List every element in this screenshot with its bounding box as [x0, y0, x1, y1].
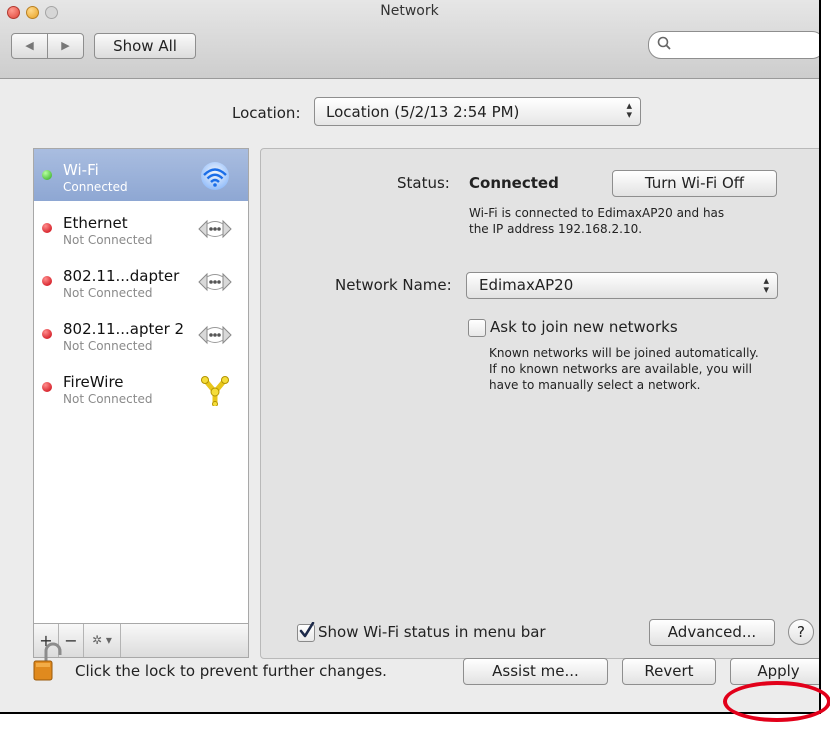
ethernet-icon [197, 321, 233, 349]
service-status: Not Connected [63, 339, 153, 353]
service-list: Wi-Fi Connected Ethernet Not Connected 802.1… [33, 148, 249, 626]
service-name: 802.11...apter 2 [63, 320, 185, 338]
firewire-icon [197, 374, 233, 407]
search-field[interactable] [648, 31, 819, 59]
status-value: Connected [469, 174, 559, 192]
network-preferences-window: Network ◀ ▶ Show All Location: Location … [0, 0, 821, 714]
forward-button[interactable]: ▶ [48, 34, 83, 58]
wifi-icon [197, 162, 233, 190]
status-label: Status: [397, 174, 450, 192]
location-select[interactable]: Location (5/2/13 2:54 PM) ▴ ▾ [314, 97, 641, 126]
back-arrow-icon: ◀ [25, 39, 34, 52]
ask-join-label: Ask to join new networks [490, 318, 678, 336]
location-value: Location (5/2/13 2:54 PM) [326, 103, 520, 121]
service-name: FireWire [63, 373, 124, 391]
checkmark-icon [299, 622, 315, 638]
forward-arrow-icon: ▶ [61, 39, 70, 52]
service-status: Not Connected [63, 233, 153, 247]
service-list-controls: + − ✲ ▾ [33, 623, 249, 658]
ask-join-description-line1: Known networks will be joined automatica… [489, 346, 759, 360]
assist-me-button[interactable]: Assist me... [463, 658, 608, 685]
search-icon [657, 36, 671, 50]
ask-join-description-line3: have to manually select a network. [489, 378, 701, 392]
status-dot-icon [42, 223, 52, 233]
updown-arrows-icon: ▴ ▾ [763, 274, 769, 296]
back-forward-control: ◀ ▶ [11, 33, 84, 59]
ask-join-checkbox[interactable] [468, 319, 486, 337]
advanced-button[interactable]: Advanced... [649, 619, 775, 646]
service-item[interactable]: FireWire Not Connected [34, 361, 248, 413]
status-description-line2: the IP address 192.168.2.10. [469, 222, 643, 236]
service-name: 802.11...dapter [63, 267, 180, 285]
lock-message: Click the lock to prevent further change… [75, 662, 387, 680]
status-dot-icon [42, 382, 52, 392]
location-label: Location: [232, 104, 301, 122]
status-description-line1: Wi-Fi is connected to EdimaxAP20 and has [469, 206, 725, 220]
turn-wifi-off-button[interactable]: Turn Wi-Fi Off [612, 170, 777, 197]
network-name-select[interactable]: EdimaxAP20 ▴ ▾ [466, 272, 778, 299]
service-item[interactable]: Wi-Fi Connected [34, 149, 248, 201]
revert-button[interactable]: Revert [622, 658, 716, 685]
network-name-value: EdimaxAP20 [479, 276, 574, 294]
action-menu-button[interactable]: ✲ ▾ [84, 624, 121, 657]
detail-pane: Status: Connected Turn Wi-Fi Off Wi-Fi i… [260, 148, 819, 659]
ethernet-icon [197, 215, 233, 243]
updown-arrows-icon: ▴ ▾ [626, 99, 632, 121]
service-item[interactable]: 802.11...dapter Not Connected [34, 255, 248, 307]
network-name-label: Network Name: [335, 276, 452, 294]
service-name: Ethernet [63, 214, 128, 232]
service-status: Not Connected [63, 286, 153, 300]
window-title: Network [380, 3, 439, 19]
apply-highlight-ellipse [723, 681, 830, 722]
back-button[interactable]: ◀ [12, 34, 47, 58]
service-status: Connected [63, 180, 128, 194]
service-status: Not Connected [63, 392, 153, 406]
ask-join-description-line2: If no known networks are available, you … [489, 362, 752, 376]
status-dot-icon [42, 276, 52, 286]
show-status-checkbox[interactable] [297, 622, 315, 642]
status-dot-icon [42, 170, 52, 180]
service-item[interactable]: Ethernet Not Connected [34, 202, 248, 254]
padlock-open-icon[interactable] [30, 641, 64, 685]
help-button[interactable]: ? [788, 619, 814, 645]
status-dot-icon [42, 329, 52, 339]
service-name: Wi-Fi [63, 161, 99, 179]
toolbar: Network ◀ ▶ Show All [0, 0, 819, 79]
show-status-label: Show Wi-Fi status in menu bar [318, 623, 546, 641]
service-item[interactable]: 802.11...apter 2 Not Connected [34, 308, 248, 360]
ethernet-icon [197, 268, 233, 296]
show-all-button[interactable]: Show All [94, 33, 196, 59]
